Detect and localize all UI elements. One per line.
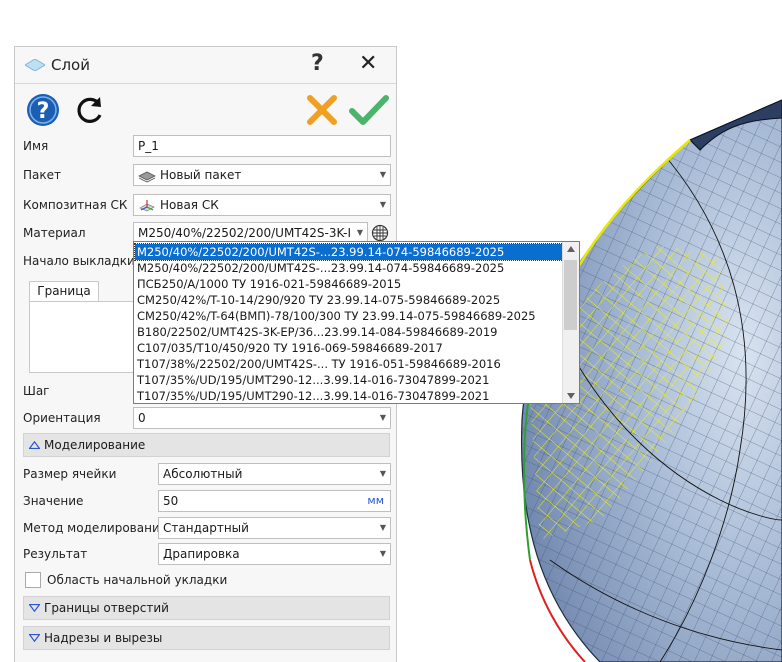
holes-section-header[interactable]: Границы отверстий (23, 596, 390, 620)
chevron-down-icon: ▼ (356, 228, 363, 237)
panel-titlebar: Слой ? ✕ (15, 47, 396, 84)
material-option[interactable]: M250/40%/22502/200/UMT42S-...23.99.14-07… (134, 243, 564, 261)
material-option[interactable]: C107/035/T10/450/920 ТУ 1916-069-5984668… (135, 340, 563, 356)
method-select[interactable]: Стандартный ▼ (158, 517, 391, 539)
tab-border[interactable]: Граница (29, 281, 99, 301)
name-value: P_1 (138, 139, 159, 153)
value-value: 50 (163, 494, 179, 508)
orientation-select[interactable]: 0 ▼ (133, 407, 391, 429)
composite-select[interactable]: Новая СК ▼ (133, 194, 391, 216)
value-input[interactable]: 50 мм (158, 490, 391, 512)
package-select[interactable]: Новый пакет ▼ (133, 164, 391, 186)
package-icon (138, 171, 156, 182)
method-label: Метод моделирования (23, 521, 167, 535)
holes-section-label: Границы отверстий (44, 601, 169, 615)
step-label: Шаг (23, 384, 50, 398)
chevron-down-icon: ▼ (379, 523, 386, 532)
svg-text:?: ? (37, 99, 50, 124)
refresh-icon[interactable] (73, 93, 107, 127)
scroll-down-icon[interactable] (567, 393, 575, 399)
cell-size-label: Размер ячейки (23, 467, 117, 481)
result-select[interactable]: Драпировка ▼ (158, 543, 391, 565)
panel-title: Слой (51, 56, 90, 74)
composite-value: Новая СК (160, 198, 219, 212)
scroll-up-icon[interactable] (567, 246, 575, 252)
material-value: M250/40%/22502/200/UMT42S-3K-I (138, 226, 351, 240)
initial-area-label: Область начальной укладки (47, 573, 228, 587)
close-button[interactable]: ✕ (359, 51, 377, 76)
value-label: Значение (23, 494, 84, 508)
start-label: Начало выкладки (23, 254, 135, 268)
cell-size-value: Абсолютный (163, 467, 243, 481)
scrollbar-thumb[interactable] (564, 260, 577, 330)
package-value: Новый пакет (160, 168, 242, 182)
ok-icon[interactable] (349, 93, 389, 127)
material-label: Материал (23, 226, 86, 240)
cuts-section-header[interactable]: Надрезы и вырезы (23, 626, 390, 650)
material-option[interactable]: ПСБ250/А/1000 ТУ 1916-021-59846689-2015 (135, 276, 563, 292)
dropdown-scrollbar[interactable] (562, 242, 579, 403)
material-option[interactable]: CM250/42%/T-10-14/290/920 ТУ 23.99.14-07… (135, 292, 563, 308)
triangle-up-icon (29, 441, 40, 449)
cancel-icon[interactable] (305, 93, 339, 127)
initial-area-checkbox[interactable] (25, 572, 41, 588)
chevron-down-icon: ▼ (379, 469, 386, 478)
help-icon[interactable]: ? (25, 92, 61, 128)
help-button[interactable]: ? (311, 51, 324, 76)
material-option[interactable]: T107/35%/UD/195/UMT290-12...3.99.14-016-… (135, 372, 563, 388)
texture-icon[interactable] (371, 224, 389, 242)
orientation-value: 0 (138, 411, 146, 425)
diamond-icon (25, 59, 45, 71)
name-input[interactable]: P_1 (133, 135, 391, 157)
chevron-down-icon: ▼ (379, 200, 386, 209)
modeling-section-header[interactable]: Моделирование (23, 433, 390, 457)
triangle-down-icon (29, 604, 40, 612)
cell-size-select[interactable]: Абсолютный ▼ (158, 463, 391, 485)
tab-border-label: Граница (37, 284, 91, 298)
name-label: Имя (23, 139, 49, 153)
result-label: Результат (23, 547, 88, 561)
result-value: Драпировка (163, 547, 240, 561)
csys-icon (139, 199, 155, 211)
chevron-down-icon: ▼ (379, 413, 386, 422)
method-value: Стандартный (163, 521, 249, 535)
orientation-label: Ориентация (23, 411, 101, 425)
material-dropdown-list[interactable]: M250/40%/22502/200/UMT42S-...23.99.14-07… (133, 241, 580, 404)
chevron-down-icon: ▼ (379, 549, 386, 558)
value-unit: мм (367, 494, 384, 507)
titlebar-divider (15, 83, 396, 84)
cuts-section-label: Надрезы и вырезы (44, 631, 163, 645)
material-option[interactable]: T107/35%/UD/195/UMT290-12...3.99.14-016-… (135, 388, 563, 404)
material-option[interactable]: M250/40%/22502/200/UMT42S-...23.99.14-07… (135, 260, 563, 276)
composite-label: Композитная СК (23, 198, 128, 212)
material-option[interactable]: B180/22502/UMT42S-3K-EP/36...23.99.14-08… (135, 324, 563, 340)
package-label: Пакет (23, 168, 61, 182)
modeling-section-label: Моделирование (44, 438, 146, 452)
material-option[interactable]: CM250/42%/T-64(ВМП)-78/100/300 ТУ 23.99.… (135, 308, 563, 324)
triangle-down-icon (29, 634, 40, 642)
material-option[interactable]: T107/38%/22502/200/UMT42S-... ТУ 1916-05… (135, 356, 563, 372)
chevron-down-icon: ▼ (379, 170, 386, 179)
